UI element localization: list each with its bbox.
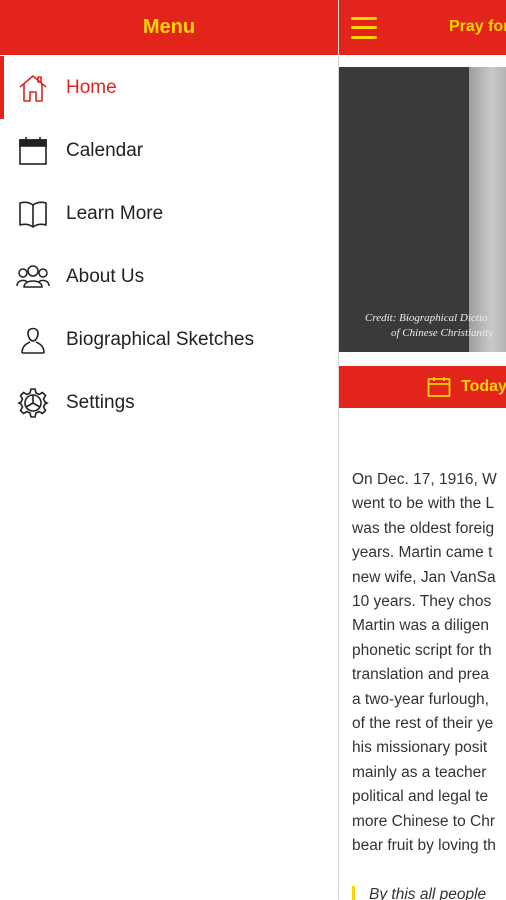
portrait-photo: Credit: Biographical Dictio of Chinese C… xyxy=(339,67,506,352)
calendar-icon xyxy=(427,376,451,398)
hamburger-menu-icon[interactable] xyxy=(351,16,377,39)
article-line: a two-year furlough, xyxy=(352,690,489,708)
person-icon xyxy=(16,323,50,357)
article-line: went to be with the L xyxy=(352,495,495,513)
main-content: Pray for Credit: Biographical Dictio of … xyxy=(338,0,506,900)
article-line: new wife, Jan VanSa xyxy=(352,568,496,586)
home-icon xyxy=(16,71,50,105)
article-line: was the oldest foreig xyxy=(352,519,495,537)
article-line: phonetic script for th xyxy=(352,641,492,659)
menu-item-home[interactable]: Home xyxy=(0,56,338,119)
navigation-drawer: Menu Home Calendar Learn More About Us B… xyxy=(0,0,338,900)
app-bar-title: Pray for xyxy=(449,18,506,35)
article-line: Martin was a diligen xyxy=(352,617,489,635)
menu-label-calendar: Calendar xyxy=(66,139,144,161)
gear-icon xyxy=(16,386,50,420)
article-line: his missionary posit xyxy=(352,739,488,757)
menu-label-biographical-sketches: Biographical Sketches xyxy=(66,328,254,350)
menu-item-learn-more[interactable]: Learn More xyxy=(0,182,338,245)
photo-credit-line2: of Chinese Christianity xyxy=(391,327,494,339)
menu-label-learn-more: Learn More xyxy=(66,202,164,224)
menu-item-about-us[interactable]: About Us xyxy=(0,245,338,308)
article-line: of the rest of their ye xyxy=(352,715,494,733)
menu-item-settings[interactable]: Settings xyxy=(0,371,338,434)
today-label: Today xyxy=(461,378,506,395)
article-line: bear fruit by loving th xyxy=(352,837,496,855)
photo-credit: Credit: Biographical Dictio of Chinese C… xyxy=(365,311,506,341)
article-line: mainly as a teacher xyxy=(352,763,487,781)
scripture-quote: By this all people xyxy=(369,886,487,900)
drawer-header: Menu xyxy=(0,0,338,55)
photo-credit-line1: Credit: Biographical Dictio xyxy=(365,312,488,324)
book-icon xyxy=(16,197,50,231)
menu-item-biographical-sketches[interactable]: Biographical Sketches xyxy=(0,308,338,371)
drawer-title: Menu xyxy=(142,16,196,38)
menu-label-about-us: About Us xyxy=(66,265,145,287)
article-line: political and legal te xyxy=(352,788,489,806)
article-line: On Dec. 17, 1916, W xyxy=(352,471,497,488)
menu-label-home: Home xyxy=(66,76,117,98)
calendar-icon xyxy=(16,134,50,168)
quote-accent-bar xyxy=(352,886,355,900)
article-line: more Chinese to Chr xyxy=(352,812,496,830)
article-line: translation and prea xyxy=(352,666,490,684)
devotional-article: On Dec. 17, 1916, W went to be with the … xyxy=(352,468,506,859)
portrait-figure xyxy=(469,67,506,352)
menu-label-settings: Settings xyxy=(66,391,135,413)
article-line: 10 years. They chos xyxy=(352,593,492,611)
article-line: years. Martin came t xyxy=(352,544,493,562)
menu-item-calendar[interactable]: Calendar xyxy=(0,119,338,182)
today-button[interactable]: Today xyxy=(339,366,506,408)
app-bar: Pray for xyxy=(339,0,506,55)
group-icon xyxy=(16,260,50,294)
